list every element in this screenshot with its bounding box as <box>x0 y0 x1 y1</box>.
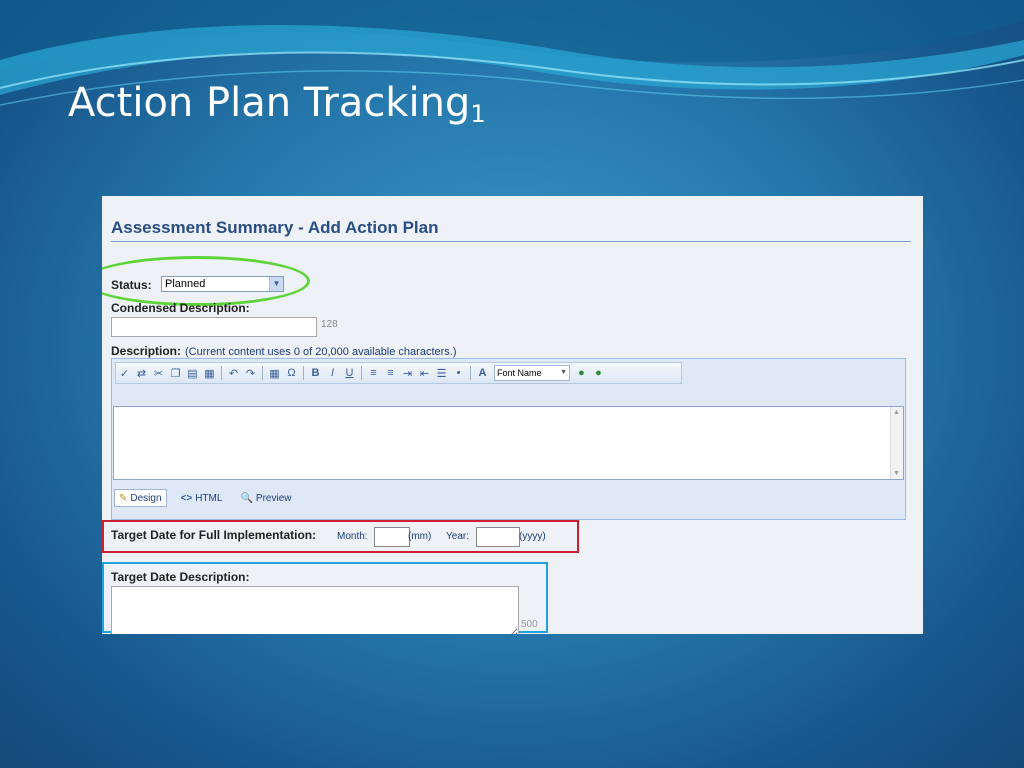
description-label: Description: (Current content uses 0 of 2… <box>111 344 457 358</box>
cut-icon[interactable]: ✂ <box>151 367 166 380</box>
description-label-text: Description: <box>111 344 182 358</box>
find-replace-icon[interactable]: ⇄ <box>134 367 149 380</box>
status-label: Status: <box>111 278 152 292</box>
outdent-icon[interactable]: ⇤ <box>417 367 432 380</box>
year-label: Year: <box>446 531 469 542</box>
status-select[interactable]: Planned ▼ <box>161 276 284 292</box>
form-heading: Assessment Summary - Add Action Plan <box>111 218 911 242</box>
slide-title: Action Plan Tracking1 <box>68 80 486 128</box>
copy-icon[interactable]: ❐ <box>168 367 183 380</box>
condensed-description-label: Condensed Description: <box>111 301 250 315</box>
toolbar-divider <box>303 366 304 380</box>
month-format-hint: (mm) <box>408 531 432 542</box>
description-char-note: (Current content uses 0 of 20,000 availa… <box>185 346 457 358</box>
undo-icon[interactable]: ↶ <box>226 367 241 380</box>
toolbar-divider <box>221 366 222 380</box>
chevron-down-icon: ▼ <box>560 369 567 376</box>
paste-special-icon[interactable]: ▦ <box>202 367 217 380</box>
condensed-char-limit: 128 <box>321 319 338 330</box>
insert-link-icon[interactable]: ● <box>574 367 589 379</box>
pencil-icon: ✎ <box>119 492 128 504</box>
condensed-description-input[interactable] <box>111 317 317 337</box>
mode-design-button[interactable]: ✎ Design <box>114 489 167 507</box>
chevron-down-icon[interactable]: ▼ <box>269 277 283 291</box>
numbered-list-icon[interactable]: ☰ <box>434 367 449 380</box>
screenshot-panel: Assessment Summary - Add Action Plan Sta… <box>102 196 923 634</box>
align-center-icon[interactable]: ≡ <box>383 367 398 379</box>
mode-preview-button[interactable]: 🔍 Preview <box>236 490 295 506</box>
month-label: Month: <box>337 531 368 542</box>
mode-html-button[interactable]: <> HTML <box>177 490 227 506</box>
target-description-char-limit: 500 <box>521 619 538 630</box>
target-date-label: Target Date for Full Implementation: <box>111 528 317 542</box>
mode-html-label: HTML <box>195 492 223 504</box>
align-left-icon[interactable]: ≡ <box>366 367 381 379</box>
slide-title-subscript: 1 <box>470 100 486 128</box>
toolbar-divider <box>361 366 362 380</box>
redo-icon[interactable]: ↷ <box>243 367 258 380</box>
year-format-hint: (yyyy) <box>519 531 546 542</box>
mode-preview-label: Preview <box>255 492 292 504</box>
underline-icon[interactable]: U <box>342 367 357 379</box>
month-input[interactable] <box>374 527 410 547</box>
toolbar-divider <box>262 366 263 380</box>
font-name-value: Font Name <box>497 368 542 378</box>
description-edit-area[interactable]: ▲ ▼ <box>113 406 904 480</box>
font-color-icon[interactable]: A <box>475 367 490 379</box>
editor-scrollbar[interactable]: ▲ ▼ <box>890 407 903 479</box>
table-icon[interactable]: ▦ <box>267 367 282 380</box>
paste-icon[interactable]: ▤ <box>185 367 200 380</box>
editor-toolbar: ✓ ⇄ ✂ ❐ ▤ ▦ ↶ ↷ ▦ Ω B I U ≡ ≡ ⇥ ⇤ ☰ • A … <box>115 362 682 384</box>
target-description-label: Target Date Description: <box>111 570 250 584</box>
bullet-list-icon[interactable]: • <box>451 367 466 379</box>
indent-icon[interactable]: ⇥ <box>400 367 415 380</box>
editor-mode-bar: ✎ Design <> HTML 🔍 Preview <box>114 489 305 507</box>
magnifier-icon: 🔍 <box>240 492 253 504</box>
mode-design-label: Design <box>130 492 162 504</box>
year-input[interactable] <box>476 527 520 547</box>
remove-link-icon[interactable]: ● <box>591 367 606 379</box>
scroll-up-icon[interactable]: ▲ <box>893 409 900 416</box>
spellcheck-icon[interactable]: ✓ <box>117 367 132 380</box>
italic-icon[interactable]: I <box>325 367 340 379</box>
scroll-down-icon[interactable]: ▼ <box>893 470 900 477</box>
code-icon: <> <box>180 492 193 504</box>
special-char-icon[interactable]: Ω <box>284 367 299 379</box>
toolbar-divider <box>470 366 471 380</box>
rich-text-editor: ✓ ⇄ ✂ ❐ ▤ ▦ ↶ ↷ ▦ Ω B I U ≡ ≡ ⇥ ⇤ ☰ • A … <box>111 358 906 520</box>
font-name-select[interactable]: Font Name ▼ <box>494 365 570 381</box>
bold-icon[interactable]: B <box>308 367 323 379</box>
status-selected-value: Planned <box>165 278 206 290</box>
target-description-textarea[interactable] <box>111 586 519 634</box>
